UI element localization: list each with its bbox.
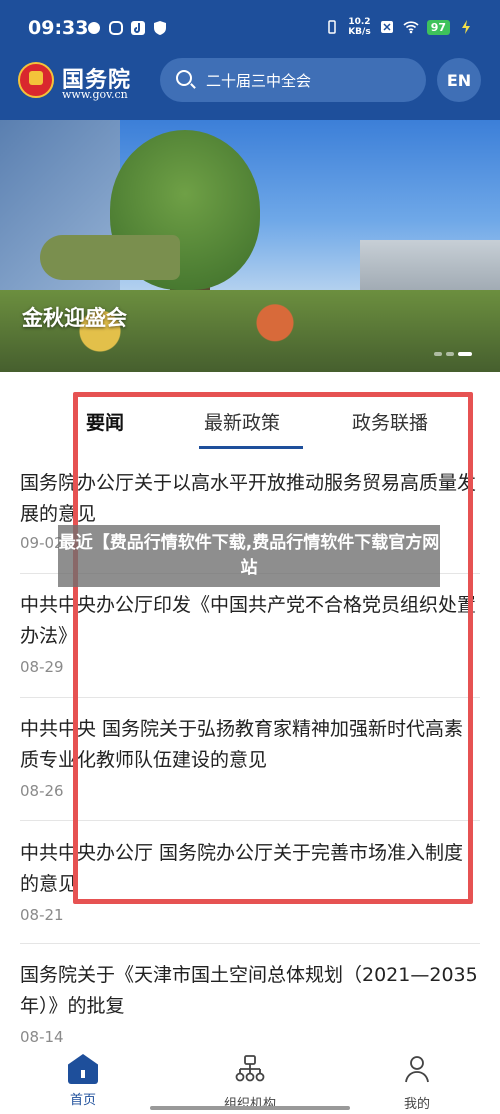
app-header: 09:33 10.2 KB/s 97 国务院 www.gov.cn 二十届三中全… — [0, 0, 500, 120]
nav-home-label: 首页 — [69, 1093, 96, 1108]
site-url: www.gov.cn — [62, 88, 128, 101]
watermark-text: 最近【费品行情软件下载,费品行情软件下载官方网站 — [58, 533, 440, 578]
nav-home[interactable]: 首页 — [33, 1054, 133, 1108]
search-input[interactable]: 二十届三中全会 — [160, 58, 426, 102]
net-speed-unit: KB/s — [348, 27, 371, 37]
status-time: 09:33 — [28, 17, 89, 39]
watermark-overlay: 最近【费品行情软件下载,费品行情软件下载官方网站 — [58, 525, 440, 587]
link-icon — [109, 21, 123, 35]
tiktok-icon — [131, 21, 145, 35]
divider — [20, 943, 480, 944]
news-date: 08-21 — [20, 906, 64, 924]
carousel-dot[interactable] — [446, 352, 454, 356]
shield-icon — [154, 21, 166, 35]
carousel-dot-active[interactable] — [458, 352, 472, 356]
carousel-dot[interactable] — [434, 352, 442, 356]
highlight-frame — [73, 392, 473, 904]
banner-caption: 金秋迎盛会 — [22, 306, 127, 330]
net-speed: 10.2 KB/s — [348, 17, 370, 37]
net-speed-value: 10.2 — [348, 17, 371, 27]
sim-x-icon — [380, 21, 393, 33]
nav-profile[interactable]: 我的 — [367, 1054, 467, 1112]
nav-profile-label: 我的 — [403, 1097, 430, 1112]
vibrate-icon — [328, 20, 336, 34]
status-bar: 09:33 10.2 KB/s 97 — [0, 0, 500, 56]
news-title[interactable]: 国务院关于《天津市国土空间总体规划（2021—2035年）》的批复 — [20, 960, 480, 1022]
gesture-handle[interactable] — [150, 1106, 350, 1110]
search-placeholder: 二十届三中全会 — [206, 72, 312, 90]
banner-train-sculpture — [40, 235, 180, 280]
chat-bubble-icon — [88, 22, 100, 34]
search-icon — [176, 70, 192, 86]
user-icon — [405, 1056, 429, 1083]
home-icon — [68, 1054, 98, 1084]
language-toggle-button[interactable]: EN — [437, 58, 481, 102]
org-chart-icon — [235, 1055, 265, 1082]
list-item[interactable]: 国务院关于《天津市国土空间总体规划（2021—2035年）》的批复 08-14 — [20, 960, 480, 1046]
news-date: 08-14 — [20, 1028, 64, 1046]
carousel-indicator — [434, 352, 472, 356]
battery-level: 97 — [426, 19, 450, 35]
hero-banner[interactable]: 金秋迎盛会 — [0, 120, 500, 372]
news-date: 08-29 — [20, 658, 64, 676]
status-right: 10.2 KB/s 97 — [324, 17, 474, 37]
charging-icon — [462, 20, 470, 34]
nav-organization[interactable]: 组织机构 — [200, 1054, 300, 1112]
bottom-navigation: 首页 组织机构 我的 — [0, 1050, 500, 1114]
wifi-icon — [403, 21, 419, 34]
national-emblem-icon[interactable] — [18, 62, 54, 98]
notification-icons — [86, 20, 168, 36]
news-date: 08-26 — [20, 782, 64, 800]
